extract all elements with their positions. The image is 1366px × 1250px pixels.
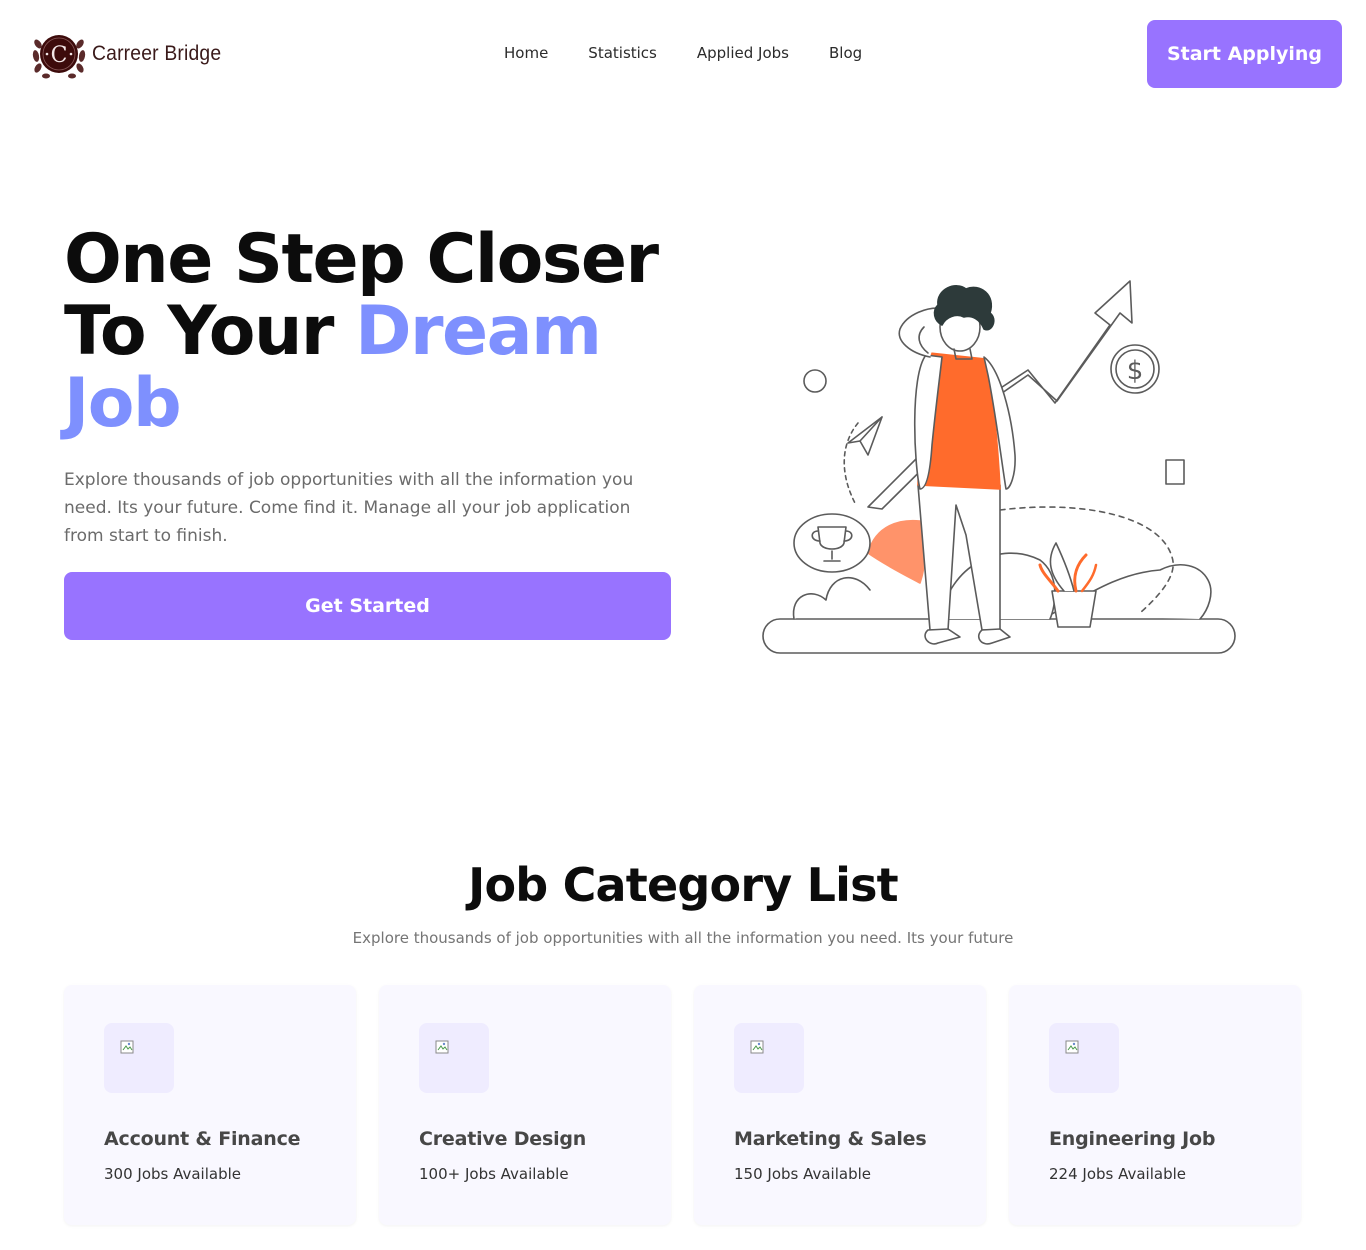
broken-image-icon — [120, 1040, 134, 1054]
hero-title-accent-dream: Dream — [355, 292, 602, 371]
brand[interactable]: C Carreer Bridge — [30, 26, 233, 82]
brand-name: Carreer Bridge — [92, 42, 222, 65]
nav-applied-jobs-link[interactable]: Applied Jobs — [697, 44, 789, 62]
hero-title-accent-job: Job — [64, 364, 182, 443]
hero-title-line1: One Step Closer — [64, 220, 659, 299]
person-career-growth-illustration-icon: $ — [762, 280, 1236, 654]
category-job-count: 150 Jobs Available — [734, 1165, 871, 1183]
category-card-list: Account & Finance 300 Jobs Available Cre… — [64, 985, 1301, 1225]
category-job-count: 300 Jobs Available — [104, 1165, 241, 1183]
get-started-button[interactable]: Get Started — [64, 572, 671, 640]
svg-text:$: $ — [1127, 356, 1144, 386]
nav-blog-link[interactable]: Blog — [829, 44, 862, 62]
navbar: C Carreer Bridge Home Statistics Applied… — [0, 0, 1366, 110]
category-card-marketing-sales[interactable]: Marketing & Sales 150 Jobs Available — [694, 985, 986, 1225]
nav-home-link[interactable]: Home — [504, 44, 548, 62]
brand-logo-icon: C — [32, 35, 86, 79]
hero-description: Explore thousands of job opportunities w… — [64, 470, 634, 546]
category-icon-container — [1049, 1023, 1119, 1093]
main-menu: Home Statistics Applied Jobs Blog — [504, 44, 862, 62]
category-title: Creative Design — [419, 1128, 587, 1150]
category-job-count: 224 Jobs Available — [1049, 1165, 1186, 1183]
category-job-count: 100+ Jobs Available — [419, 1165, 569, 1183]
broken-image-icon — [435, 1040, 449, 1054]
category-section-subtitle: Explore thousands of job opportunities w… — [352, 929, 1014, 947]
category-title: Engineering Job — [1049, 1128, 1216, 1150]
broken-image-icon — [750, 1040, 764, 1054]
hero-title: One Step Closer To Your Dream Job — [64, 224, 704, 440]
category-section-title: Job Category List — [468, 858, 899, 912]
category-card-account-finance[interactable]: Account & Finance 300 Jobs Available — [64, 985, 356, 1225]
broken-image-icon — [1065, 1040, 1079, 1054]
category-title: Marketing & Sales — [734, 1128, 927, 1150]
category-title: Account & Finance — [104, 1128, 301, 1150]
start-applying-button[interactable]: Start Applying — [1147, 20, 1342, 88]
hero-title-line2: To Your — [64, 292, 356, 371]
category-card-engineering-job[interactable]: Engineering Job 224 Jobs Available — [1009, 985, 1301, 1225]
category-icon-container — [104, 1023, 174, 1093]
category-icon-container — [734, 1023, 804, 1093]
category-card-creative-design[interactable]: Creative Design 100+ Jobs Available — [379, 985, 671, 1225]
brand-initial: C — [51, 43, 68, 68]
category-icon-container — [419, 1023, 489, 1093]
nav-statistics-link[interactable]: Statistics — [588, 44, 657, 62]
